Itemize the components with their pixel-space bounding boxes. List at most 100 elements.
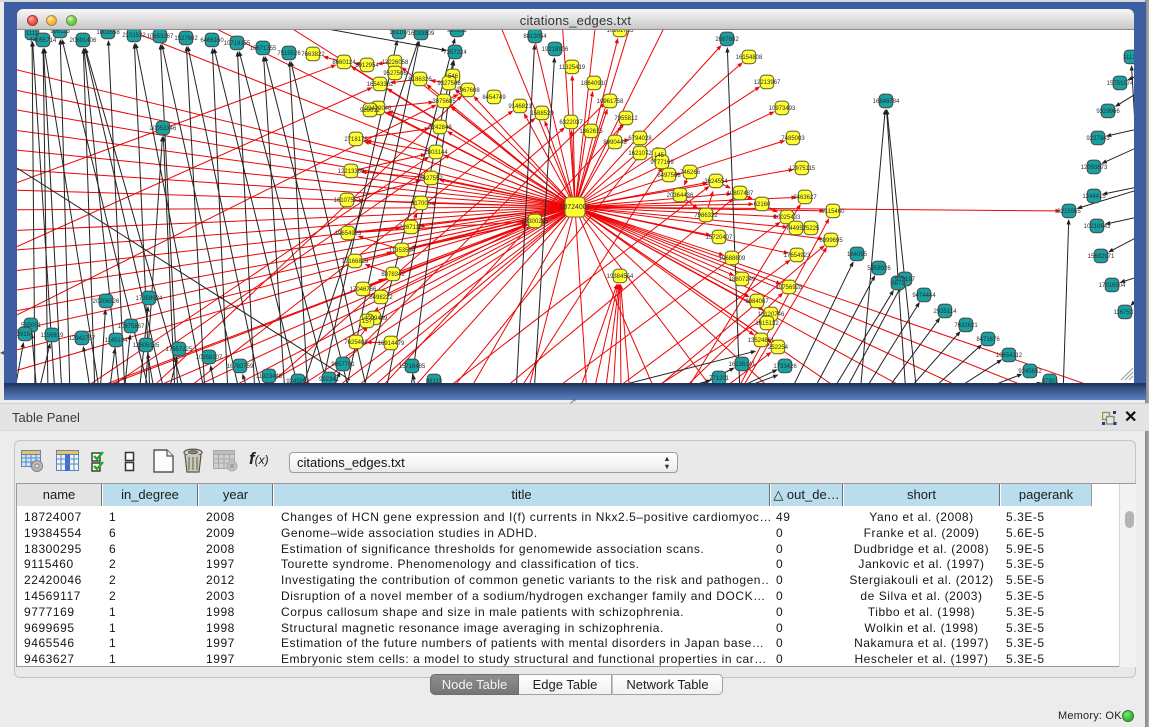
- svg-text:12975115: 12975115: [789, 166, 816, 172]
- svg-text:16543362: 16543362: [367, 82, 394, 88]
- svg-text:16154808: 16154808: [736, 55, 763, 61]
- svg-text:12505135: 12505135: [133, 343, 160, 349]
- svg-text:18724007: 18724007: [559, 204, 590, 211]
- svg-text:13524861: 13524861: [748, 338, 775, 344]
- svg-text:6794028: 6794028: [628, 136, 652, 142]
- svg-text:10025433: 10025433: [774, 215, 801, 221]
- svg-text:9474444: 9474444: [912, 293, 936, 299]
- svg-text:8660124: 8660124: [332, 60, 356, 66]
- svg-text:9245652: 9245652: [1018, 369, 1042, 375]
- svg-text:7986322: 7986322: [694, 213, 718, 219]
- svg-text:989612: 989612: [360, 108, 381, 114]
- svg-text:10807487: 10807487: [727, 191, 754, 197]
- svg-text:535051: 535051: [21, 323, 42, 329]
- svg-text:18640910: 18640910: [581, 81, 608, 87]
- svg-text:19384554: 19384554: [607, 274, 634, 280]
- svg-text:8878342: 8878342: [381, 272, 405, 278]
- svg-text:6871: 6871: [891, 281, 905, 287]
- svg-text:7663822: 7663822: [301, 52, 325, 58]
- svg-text:746266: 746266: [680, 170, 701, 176]
- svg-text:13226058: 13226058: [382, 60, 409, 66]
- svg-text:546: 546: [448, 74, 459, 80]
- svg-text:1588520: 1588520: [530, 111, 554, 117]
- svg-text:6497568: 6497568: [657, 173, 681, 179]
- svg-text:7625402: 7625402: [344, 340, 368, 346]
- svg-text:8186326: 8186326: [408, 77, 432, 83]
- svg-text:2101522: 2101522: [122, 33, 146, 39]
- svg-text:15716485: 15716485: [399, 364, 426, 370]
- svg-text:8912954: 8912954: [355, 63, 379, 69]
- svg-text:19756928: 19756928: [776, 285, 803, 291]
- svg-text:7955812: 7955812: [614, 116, 638, 122]
- svg-text:12093873: 12093873: [1081, 165, 1108, 171]
- svg-text:16120746: 16120746: [758, 312, 785, 318]
- svg-text:12213967: 12213967: [754, 80, 781, 86]
- svg-text:9327508: 9327508: [437, 81, 461, 87]
- svg-text:3267130: 3267130: [399, 225, 423, 231]
- svg-text:19166829: 19166829: [342, 259, 369, 265]
- svg-text:9245091: 9245091: [286, 379, 310, 383]
- svg-text:88113: 88113: [426, 379, 443, 383]
- svg-text:5498222: 5498222: [369, 295, 393, 301]
- svg-text:11923448: 11923448: [256, 374, 283, 380]
- svg-text:20053346: 20053346: [150, 126, 177, 132]
- svg-text:17046766: 17046766: [350, 287, 377, 293]
- svg-text:17359924: 17359924: [136, 296, 163, 302]
- svg-text:20691406: 20691406: [70, 38, 97, 44]
- svg-text:14055714: 14055714: [30, 38, 57, 44]
- svg-text:10961758: 10961758: [597, 99, 624, 105]
- svg-text:3624554: 3624554: [704, 179, 728, 185]
- svg-text:16107552: 16107552: [334, 198, 361, 204]
- svg-text:8215955: 8215955: [1057, 209, 1081, 215]
- svg-text:19654925: 19654925: [335, 231, 362, 237]
- svg-text:10975867: 10975867: [118, 324, 145, 330]
- svg-text:164095: 164095: [847, 252, 868, 258]
- svg-text:17957225: 17957225: [166, 347, 193, 353]
- svg-text:992341: 992341: [319, 377, 340, 383]
- svg-text:1621072: 1621072: [628, 151, 652, 157]
- svg-text:17016504: 17016504: [1099, 283, 1126, 289]
- svg-text:7515526: 7515526: [277, 51, 301, 57]
- svg-text:145: 145: [654, 153, 665, 159]
- svg-text:87901: 87901: [1042, 379, 1059, 383]
- svg-text:8990448: 8990448: [603, 140, 627, 146]
- svg-text:2803144: 2803144: [424, 150, 448, 156]
- svg-text:62160: 62160: [754, 202, 771, 208]
- svg-text:8427552: 8427552: [419, 176, 443, 182]
- svg-text:3875685: 3875685: [432, 99, 456, 105]
- svg-text:10653267: 10653267: [147, 34, 174, 40]
- svg-text:161107: 161107: [389, 30, 409, 36]
- svg-text:990552: 990552: [447, 30, 468, 34]
- svg-text:10654112: 10654112: [996, 353, 1023, 359]
- svg-text:6466160: 6466160: [200, 38, 224, 44]
- svg-text:771201: 771201: [709, 376, 730, 382]
- svg-text:1733426: 1733426: [773, 364, 797, 370]
- svg-text:11353594: 11353594: [389, 248, 416, 254]
- svg-text:9146821: 9146821: [508, 104, 532, 110]
- svg-text:157: 157: [362, 319, 373, 325]
- svg-text:9242848: 9242848: [428, 125, 452, 131]
- svg-text:16671355: 16671355: [250, 46, 277, 52]
- svg-text:1156819: 1156819: [41, 333, 65, 339]
- svg-text:16136141: 16136141: [729, 362, 756, 368]
- svg-text:17654923: 17654923: [784, 253, 811, 259]
- svg-text:1145194: 1145194: [105, 338, 129, 344]
- svg-text:2935114: 2935114: [934, 309, 958, 315]
- svg-text:20206526: 20206526: [93, 299, 120, 305]
- svg-text:6899695: 6899695: [819, 238, 843, 244]
- svg-text:1244415: 1244415: [1082, 194, 1106, 200]
- svg-text:16914479: 16914479: [378, 341, 405, 347]
- svg-text:15692971: 15692971: [1088, 254, 1115, 260]
- svg-text:10973493: 10973493: [769, 106, 796, 112]
- svg-text:1803558: 1803558: [96, 30, 120, 36]
- svg-text:7357224: 7357224: [443, 50, 467, 56]
- svg-text:1615132: 1615132: [755, 321, 779, 327]
- svg-text:7485003: 7485003: [781, 136, 805, 142]
- svg-text:10210643: 10210643: [1084, 224, 1111, 230]
- svg-text:917006: 917006: [411, 201, 432, 207]
- svg-text:11124: 11124: [1123, 55, 1134, 61]
- svg-text:252254: 252254: [768, 345, 789, 351]
- svg-text:995113: 995113: [50, 30, 70, 35]
- svg-text:6322037: 6322037: [559, 120, 583, 126]
- svg-text:1527602: 1527602: [174, 36, 198, 42]
